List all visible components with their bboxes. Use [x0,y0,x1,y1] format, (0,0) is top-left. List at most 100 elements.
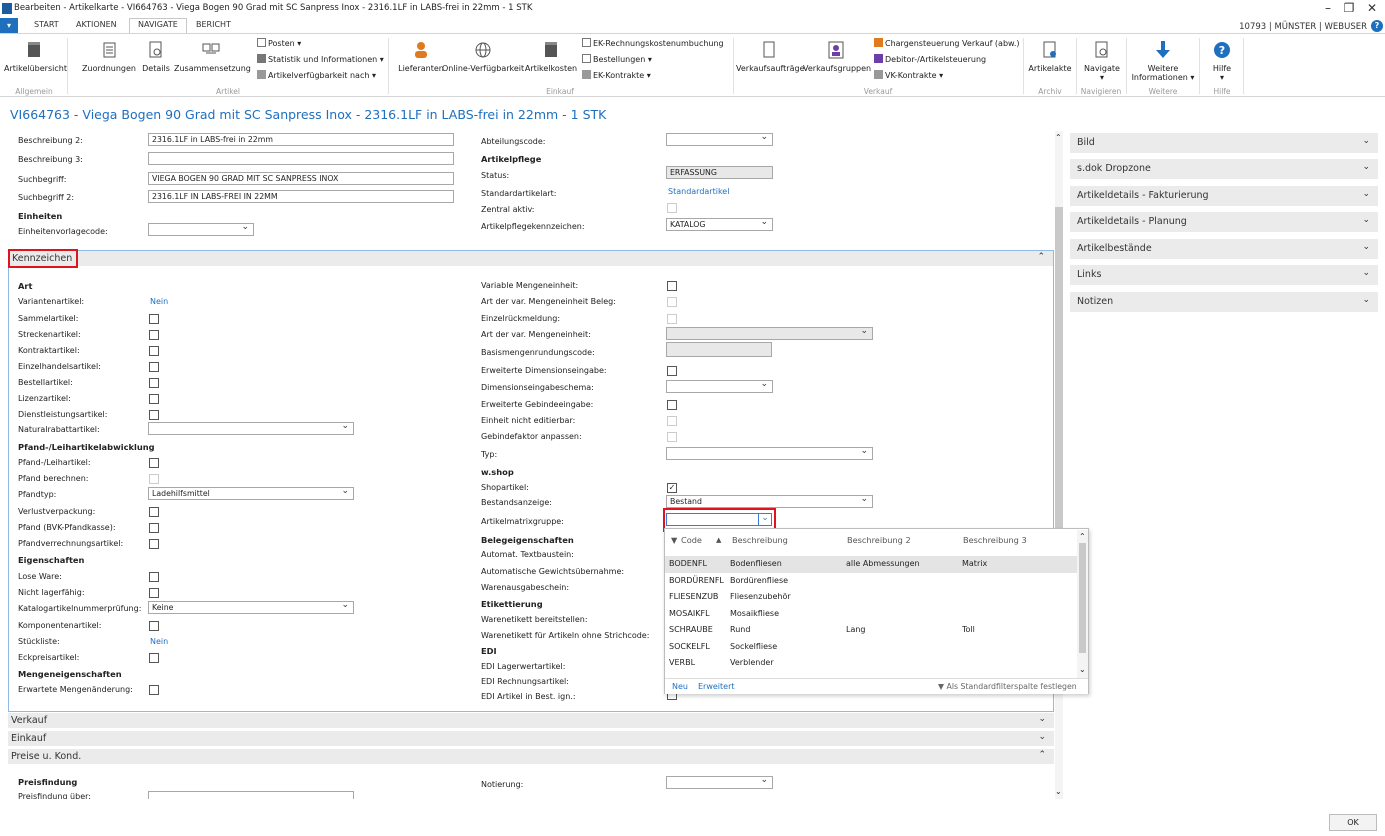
vk-kontrakte-button[interactable]: VK-Kontrakte ▾ [874,70,943,80]
lookup-row[interactable]: BODENFL Bodenfliesen alle Abmessungen Matri… [665,556,1077,573]
lieferanten-button[interactable]: Lieferanten [396,40,446,73]
factbox-notizen[interactable]: Notizen ⌄ [1070,292,1378,312]
ek-rechnung-button[interactable]: EK-Rechnungskostenumbuchung [582,38,724,48]
notierung-select[interactable] [666,776,773,789]
suchbegriff2-field[interactable]: 2316.1LF IN LABS-FREI IN 22MM [148,190,454,203]
variable-mengeneinheit-checkbox[interactable] [667,281,677,291]
lookup-row[interactable]: FLIESENZUB Fliesenzubehör [665,589,1077,606]
factbox-artikeldetails-planung[interactable]: Artikeldetails - Planung ⌄ [1070,212,1378,232]
bestellungen-button[interactable]: Bestellungen ▾ [582,54,652,64]
beschreibung2-field[interactable]: 2316.1LF in LABS-frei in 22mm [148,133,454,146]
details-button[interactable]: Details [140,40,172,73]
factbox-links[interactable]: Links ⌄ [1070,265,1378,285]
lookup-row[interactable]: VERBL Verblender [665,655,1077,672]
navigate-button[interactable]: Navigate ▾ [1080,40,1124,82]
kontraktartikel-checkbox[interactable] [149,346,159,356]
einheitenvorlage-select[interactable] [148,223,254,236]
posten-button[interactable]: Posten ▾ [257,38,301,48]
kennzeichen-header[interactable]: Kennzeichen ⌃ [9,251,1053,266]
eckpreisartikel-checkbox[interactable] [149,653,159,663]
minimize-icon[interactable]: – [1318,1,1338,15]
erwartete-mengenaenderung-checkbox[interactable] [149,685,159,695]
preise-header[interactable]: Preise u. Kond. ⌃ [8,749,1054,764]
filter-link[interactable]: ▼ Als Standardfilterspalte festlegen [938,682,1077,691]
ek-kontrakte-button[interactable]: EK-Kontrakte ▾ [582,70,651,80]
artikelakte-button[interactable]: Artikelakte [1027,40,1073,73]
einzelhandelsartikel-checkbox[interactable] [149,362,159,372]
sammelartikel-checkbox[interactable] [149,314,159,324]
main-scrollbar-thumb[interactable] [1055,207,1063,547]
pfand-bvk-pfandkasse-checkbox[interactable] [149,523,159,533]
tab-aktionen[interactable]: AKTIONEN [68,19,125,33]
lookup-row[interactable]: MOSAIKFL Mosaikfliese [665,606,1077,623]
pfandtyp-select[interactable]: Ladehilfsmittel [148,487,354,500]
scroll-down-icon[interactable]: ⌄ [1079,665,1086,674]
verkaufsauftraege-button[interactable]: Verkaufsaufträge [736,40,805,73]
factbox-s-dok-dropzone[interactable]: s.dok Dropzone ⌄ [1070,159,1378,179]
ok-button[interactable]: OK [1329,814,1377,831]
variantenartikel-link[interactable]: Nein [150,297,168,306]
streckenartikel-checkbox[interactable] [149,330,159,340]
restore-icon[interactable]: ❐ [1339,1,1359,15]
hilfe-button[interactable]: ? Hilfe ▾ [1204,40,1240,82]
zusammensetzung-button[interactable]: Zusammensetzung [174,40,251,73]
komponentenartikel-checkbox[interactable] [149,621,159,631]
zuordnungen-button[interactable]: Zuordnungen [82,40,136,73]
scroll-up-icon[interactable]: ⌃ [1055,133,1062,142]
help-icon[interactable]: ? [1371,20,1383,32]
online-verfuegbarkeit-button[interactable]: Online-Verfügbarkeit [442,40,524,73]
lookup-scrollbar[interactable] [1077,530,1088,678]
chargen-button[interactable]: Chargensteuerung Verkauf (abw.) [874,38,1020,48]
weitere-informationen-button[interactable]: Weitere Informationen ▾ [1130,40,1196,82]
nicht-lagerfaehig-checkbox[interactable] [149,588,159,598]
lose-ware-checkbox[interactable] [149,572,159,582]
standardart-link[interactable]: Standardartikel [668,187,729,196]
pfandverrechnungsartikel-checkbox[interactable] [149,539,159,549]
naturalrabattartikel-select[interactable] [148,422,354,435]
lookup-row[interactable]: SCHRAUBE Rund Lang Toll [665,622,1077,639]
tab-navigate[interactable]: NAVIGATE [129,18,187,33]
column-header-beschreibung3[interactable]: Beschreibung 3 [963,535,1027,545]
verlustverpackung-checkbox[interactable] [149,507,159,517]
lookup-row[interactable]: BORDÜRENFL Bordürenfliese [665,573,1077,590]
artikeluebersicht-button[interactable]: Artikelübersicht [4,40,67,73]
katalogartikelnummerpruefung-select[interactable]: Keine [148,601,354,614]
factbox-artikeldetails-fakturierung[interactable]: Artikeldetails - Fakturierung ⌄ [1070,186,1378,206]
debitor-button[interactable]: Debitor-/Artikelsteuerung [874,54,986,64]
verfuegbarkeit-button[interactable]: Artikelverfügbarkeit nach ▾ [257,70,376,80]
tab-bericht[interactable]: BERICHT [188,19,239,33]
scroll-down-icon[interactable]: ⌄ [1055,787,1062,796]
statistik-button[interactable]: Statistik und Informationen ▾ [257,54,384,64]
pflegekz-select[interactable]: KATALOG [666,218,773,231]
factbox-artikelbestaende[interactable]: Artikelbestände ⌄ [1070,239,1378,259]
bestandsanzeige-select[interactable]: Bestand [666,495,873,508]
main-scrollbar[interactable] [1055,131,1063,799]
close-icon[interactable]: ✕ [1362,1,1382,15]
erweiterte-dimensionseingabe-checkbox[interactable] [667,366,677,376]
lizenzartikel-checkbox[interactable] [149,394,159,404]
beschreibung3-field[interactable] [148,152,454,165]
dienstleistungsartikel-checkbox[interactable] [149,410,159,420]
stueckliste-link[interactable]: Nein [150,637,168,646]
dimensionseingabeschema-select[interactable] [666,380,773,393]
column-header-code[interactable]: Code [681,535,702,545]
tab-start[interactable]: START [26,19,67,33]
file-menu-button[interactable]: ▾ [0,18,18,33]
column-header-beschreibung[interactable]: Beschreibung [732,535,788,545]
bestellartikel-checkbox[interactable] [149,378,159,388]
factbox-bild[interactable]: Bild ⌄ [1070,133,1378,153]
lookup-scrollbar-thumb[interactable] [1079,543,1086,653]
erweitert-link[interactable]: Erweitert [698,682,735,691]
shopartikel-checkbox[interactable]: ✓ [667,483,677,493]
scroll-up-icon[interactable]: ⌃ [1079,532,1086,541]
artikelkosten-button[interactable]: Artikelkosten [524,40,578,73]
typ-select[interactable] [666,447,873,460]
erweiterte-gebindeeingabe-checkbox[interactable] [667,400,677,410]
verkauf-header[interactable]: Verkauf ⌄ [8,713,1054,728]
lookup-row[interactable]: SOCKELFL Sockelfliese [665,639,1077,656]
suchbegriff-field[interactable]: VIEGA BOGEN 90 GRAD MIT SC SANPRESS INOX [148,172,454,185]
preisfindung-ueber-select[interactable] [148,791,354,799]
verkaufsgruppen-button[interactable]: Verkaufsgruppen [803,40,871,73]
column-header-beschreibung2[interactable]: Beschreibung 2 [847,535,911,545]
einkauf-header[interactable]: Einkauf ⌄ [8,731,1054,746]
